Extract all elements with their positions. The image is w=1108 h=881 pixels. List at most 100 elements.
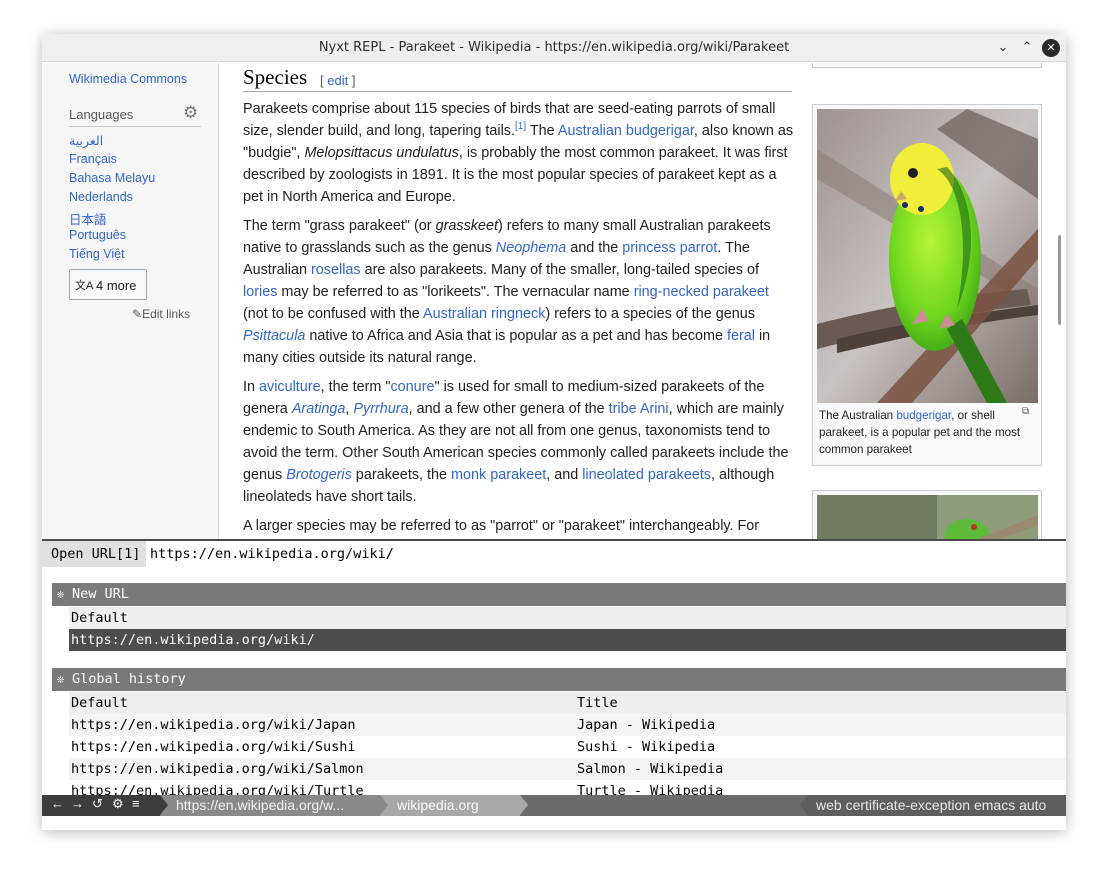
link-princess-parrot[interactable]: princess parrot [622,240,717,256]
status-url-text: https://en.wikipedia.org/w... [176,797,345,813]
paragraph-4: A larger species may be referred to as "… [243,518,760,534]
prompt-label: Open URL[1] [42,541,146,567]
source-name: Global history [72,671,186,687]
history-row[interactable]: https://en.wikipedia.org/wiki/Japan Japa… [69,714,1066,736]
column-header-title: Title [577,695,618,711]
section-heading: Species [ edit ] [243,65,792,92]
source-marker-icon: ❊ [57,672,65,686]
page-scrollbar-thumb[interactable] [1058,235,1061,325]
source-marker-icon: ❊ [57,587,65,601]
history-url: https://en.wikipedia.org/wiki/Japan [71,717,356,733]
enlarge-icon[interactable]: ⧉ [1022,406,1029,417]
infobox-bottom-edge [812,63,1042,68]
menu-icon[interactable]: ≡ [132,796,140,811]
column-header-row: Default Title [69,692,1066,714]
status-domain-text: wikipedia.org [397,797,479,813]
browser-window: Nyxt REPL - Parakeet - Wikipedia - https… [42,34,1066,830]
separator-arrow [520,795,528,815]
status-modes[interactable]: web certificate-exception emacs auto [808,795,1066,816]
column-header-default: Default [71,610,128,626]
history-title: Japan - Wikipedia [577,717,716,733]
forward-icon[interactable]: → [71,796,84,811]
more-languages-button[interactable]: 文A 4 more [69,269,147,300]
reload-icon[interactable]: ↺ [92,796,103,812]
gear-icon[interactable]: ⚙ [183,103,198,123]
page-content: Wikimedia Commons Languages ⚙ العربية Fr… [42,63,1066,539]
thumbnail-figure: The Australian budgerigar, or shell para… [812,104,1042,466]
link-australian-budgerigar[interactable]: Australian budgerigar [558,123,694,139]
separator-arrow [800,795,808,815]
edit-links-link[interactable]: ✎Edit links [132,307,190,321]
wiki-sidebar: Wikimedia Commons Languages ⚙ العربية Fr… [42,63,219,539]
section-edit: [ edit ] [320,73,355,88]
paragraph-1: Parakeets comprise about 115 species of … [243,101,794,205]
language-link-malay[interactable]: Bahasa Melayu [69,171,155,185]
source-header-global-history: ❊ Global history [52,668,1066,691]
link-australian-ringneck[interactable]: Australian ringneck [423,306,545,322]
maximize-icon[interactable]: ⌃ [1018,39,1036,57]
history-row[interactable]: https://en.wikipedia.org/wiki/Sushi Sush… [69,736,1066,758]
status-url[interactable]: https://en.wikipedia.org/w... [160,795,380,816]
second-thumbnail [812,490,1042,539]
parakeet-image-2[interactable] [817,495,1038,539]
history-url: https://en.wikipedia.org/wiki/Salmon [71,761,364,777]
source-name: New URL [72,586,129,602]
languages-heading: Languages [69,107,134,122]
separator-arrow [380,795,388,815]
language-link-japanese[interactable]: 日本語 [69,209,107,228]
back-icon[interactable]: ← [51,796,64,811]
caption-link-budgerigar[interactable]: budgerigar [896,409,951,422]
language-link-vietnamese[interactable]: Tiếng Việt [69,247,125,261]
citation-link[interactable]: [1] [515,121,526,132]
prompt-input[interactable] [147,541,1066,567]
suggestion-row-selected[interactable]: https://en.wikipedia.org/wiki/ [69,629,1066,651]
suggestion-url: https://en.wikipedia.org/wiki/ [71,632,315,648]
paragraph-3: In aviculture, the term "conure" is used… [243,379,789,505]
column-header-default: Default [71,695,128,711]
pencil-icon: ✎ [132,307,143,321]
language-link-dutch[interactable]: Nederlands [69,190,133,204]
language-link-arabic[interactable]: العربية [69,133,103,148]
sidebar-link-commons[interactable]: Wikimedia Commons [69,72,187,86]
history-row[interactable]: https://en.wikipedia.org/wiki/Salmon Sal… [69,758,1066,780]
figure-caption: The Australian budgerigar, or shell para… [819,407,1029,458]
link-psittacula[interactable]: Psittacula [243,328,305,344]
section-title: Species [243,65,308,89]
link-aviculture[interactable]: aviculture [259,379,321,395]
link-brotogeris[interactable]: Brotogeris [286,467,352,483]
translate-icon: 文A [75,280,94,292]
link-aratinga[interactable]: Aratinga [292,401,346,417]
nav-buttons: ← → ↺ ⚙ ≡ [42,795,160,816]
caption-text-pre: The Australian [819,409,897,422]
window-title: Nyxt REPL - Parakeet - Wikipedia - https… [318,40,790,55]
edit-bracket-close: ] [348,73,356,88]
link-neophema[interactable]: Neophema [496,240,566,256]
status-modes-text: web certificate-exception emacs auto [816,797,1047,813]
history-title: Salmon - Wikipedia [577,761,724,777]
section-edit-link[interactable]: edit [327,73,348,88]
divider [69,126,201,127]
budgerigar-image[interactable] [817,109,1038,403]
language-link-french[interactable]: Français [69,152,117,166]
link-pyrrhura[interactable]: Pyrrhura [353,401,408,417]
link-monk-parakeet[interactable]: monk parakeet [451,467,546,483]
link-conure[interactable]: conure [390,379,434,395]
prompt-buffer: Open URL[1] ❊ New URL Default https://en… [42,539,1066,830]
settings-icon[interactable]: ⚙ [112,796,124,812]
link-rosellas[interactable]: rosellas [311,262,361,278]
edit-links-label: Edit links [142,307,191,321]
language-link-portuguese[interactable]: Português [69,228,126,242]
more-languages-label: 4 more [96,278,137,293]
paragraph-2: The term "grass parakeet" (or grasskeet)… [243,218,771,366]
minimize-icon[interactable]: ⌄ [994,39,1012,57]
prompt-line: Open URL[1] [42,541,1066,567]
link-lineolated-parakeets[interactable]: lineolated parakeets [582,467,711,483]
title-bar: Nyxt REPL - Parakeet - Wikipedia - https… [42,34,1066,62]
link-tribe-arini[interactable]: tribe Arini [609,401,669,417]
close-icon[interactable]: ✕ [1042,39,1060,57]
link-feral[interactable]: feral [727,328,755,344]
history-title: Sushi - Wikipedia [577,739,716,755]
link-lories[interactable]: lories [243,284,277,300]
link-ring-necked-parakeet[interactable]: ring-necked parakeet [634,284,769,300]
status-bar: ← → ↺ ⚙ ≡ https://en.wikipedia.org/w... … [42,795,1066,816]
